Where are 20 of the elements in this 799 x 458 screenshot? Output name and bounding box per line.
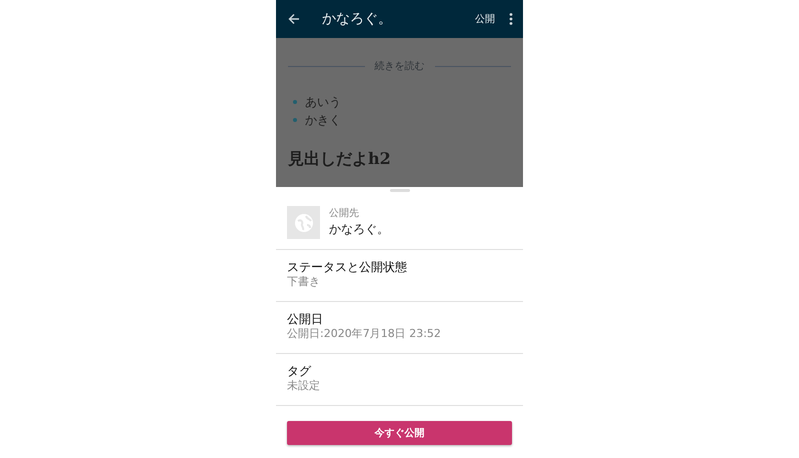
blog-avatar: [287, 206, 320, 239]
blog-title: かなろぐ。: [322, 10, 393, 28]
publish-link[interactable]: 公開: [475, 12, 495, 26]
back-icon[interactable]: [288, 13, 300, 25]
blog-name: かなろぐ。: [329, 220, 389, 238]
publish-now-button[interactable]: 今すぐ公開: [287, 421, 512, 445]
bullet-icon: [293, 118, 297, 122]
setting-title[interactable]: 公開日: [287, 312, 512, 327]
setting-value: 未設定: [287, 379, 321, 393]
more-menu-icon[interactable]: [509, 13, 513, 25]
setting-value: 下書き: [287, 275, 321, 289]
setting-title[interactable]: ステータスと公開状態: [287, 260, 512, 275]
list-item: かきく: [305, 112, 341, 129]
publish-to-label: 公開先: [329, 208, 360, 218]
setting-title[interactable]: タグ: [287, 364, 512, 379]
bullet-icon: [293, 100, 297, 104]
list-item: あいう: [305, 94, 341, 111]
setting-value: 公開日:2020年7月18日 23:52: [287, 327, 442, 341]
article-heading: 見出しだよh2: [288, 149, 392, 170]
read-more-divider: 続きを読む: [374, 60, 424, 73]
